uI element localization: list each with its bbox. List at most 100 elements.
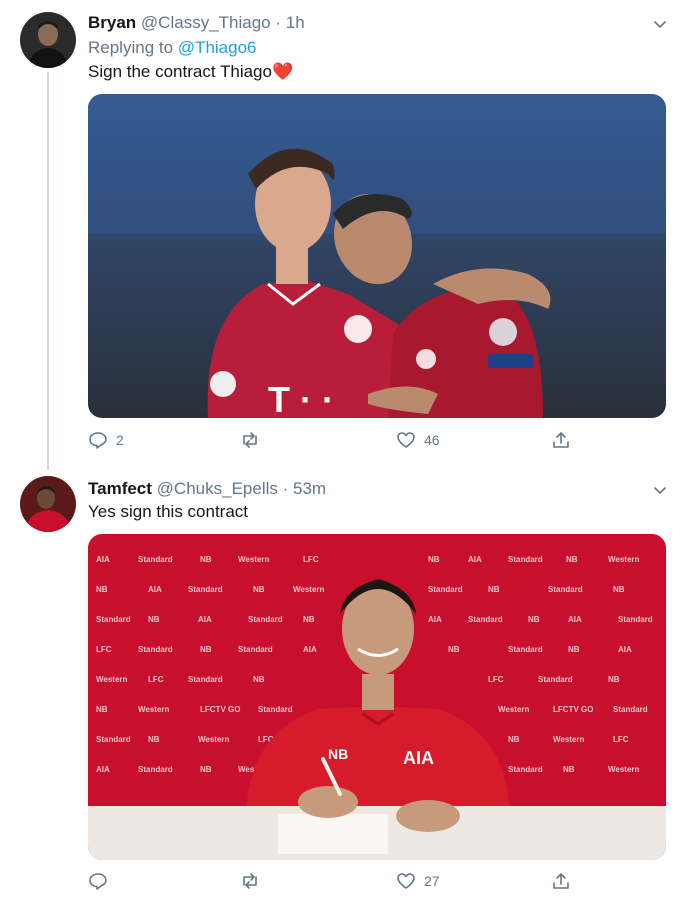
svg-text:NB: NB: [488, 585, 500, 594]
svg-text:Western: Western: [238, 555, 270, 564]
reply-icon[interactable]: [88, 871, 108, 891]
svg-text:Standard: Standard: [508, 645, 543, 654]
reply-action[interactable]: 2: [88, 430, 124, 450]
separator-dot: ·: [282, 479, 289, 498]
svg-text:Standard: Standard: [508, 765, 543, 774]
tweet-header: Tamfect @Chuks_Epells · 53m: [88, 478, 326, 500]
svg-text:NB: NB: [96, 585, 108, 594]
like-count: 27: [424, 873, 440, 889]
svg-text:LFC: LFC: [303, 555, 319, 564]
svg-text:AIA: AIA: [568, 615, 582, 624]
svg-text:Western: Western: [608, 765, 640, 774]
svg-text:T · ·: T · ·: [268, 379, 334, 418]
svg-text:NB: NB: [613, 585, 625, 594]
svg-text:AIA: AIA: [96, 555, 110, 564]
svg-text:NB: NB: [566, 555, 578, 564]
svg-text:NB: NB: [508, 735, 520, 744]
author-handle[interactable]: @Classy_Thiago: [141, 13, 271, 32]
svg-text:NB: NB: [328, 746, 348, 762]
tweet-actions: 2 46: [88, 430, 588, 454]
svg-text:NB: NB: [96, 705, 108, 714]
svg-text:AIA: AIA: [428, 615, 442, 624]
tweet-time[interactable]: 53m: [293, 479, 326, 498]
svg-text:Western: Western: [293, 585, 325, 594]
svg-text:LFCTV GO: LFCTV GO: [200, 705, 240, 714]
tweet-2[interactable]: Tamfect @Chuks_Epells · 53m Yes sign thi…: [0, 470, 690, 897]
photo-two-players-embracing: T · ·: [88, 94, 666, 418]
photo-player-signing-contract: AIA Standard NB Western LFC NB AIA Standard NB W…: [88, 534, 666, 860]
separator-dot: ·: [275, 13, 282, 32]
like-count: 46: [424, 432, 440, 448]
retweet-icon[interactable]: [240, 430, 260, 450]
svg-text:NB: NB: [200, 645, 212, 654]
share-action[interactable]: [551, 430, 571, 450]
svg-text:Standard: Standard: [138, 645, 173, 654]
tweet-text: Sign the contract Thiago❤️: [88, 62, 293, 82]
share-icon[interactable]: [551, 430, 571, 450]
author-handle[interactable]: @Chuks_Epells: [157, 479, 278, 498]
svg-text:NB: NB: [528, 615, 540, 624]
svg-text:NB: NB: [568, 645, 580, 654]
svg-text:AIA: AIA: [468, 555, 482, 564]
tweet-header: Bryan @Classy_Thiago · 1h: [88, 12, 305, 34]
retweet-icon[interactable]: [240, 871, 260, 891]
svg-text:Western: Western: [96, 675, 128, 684]
svg-text:LFC: LFC: [488, 675, 504, 684]
chevron-down-icon[interactable]: [652, 482, 668, 498]
svg-text:AIA: AIA: [198, 615, 212, 624]
author-name[interactable]: Tamfect: [88, 479, 152, 498]
thread-connector-line: [47, 72, 49, 470]
share-action[interactable]: [551, 871, 571, 891]
svg-text:NB: NB: [563, 765, 575, 774]
heart-icon[interactable]: [396, 871, 416, 891]
heart-icon[interactable]: [396, 430, 416, 450]
svg-text:Western: Western: [553, 735, 585, 744]
svg-text:NB: NB: [253, 675, 265, 684]
like-action[interactable]: 46: [396, 430, 440, 450]
chevron-down-icon[interactable]: [652, 16, 668, 32]
reply-count: 2: [116, 432, 124, 448]
svg-text:LFC: LFC: [613, 735, 629, 744]
svg-text:Western: Western: [198, 735, 230, 744]
reply-icon[interactable]: [88, 430, 108, 450]
svg-text:LFCTV GO: LFCTV GO: [553, 705, 593, 714]
svg-text:AIA: AIA: [403, 748, 434, 768]
svg-text:Standard: Standard: [508, 555, 543, 564]
svg-text:NB: NB: [253, 585, 265, 594]
tweet-1[interactable]: Bryan @Classy_Thiago · 1h Replying to @T…: [0, 0, 690, 470]
svg-text:Standard: Standard: [238, 645, 273, 654]
svg-text:LFC: LFC: [96, 645, 112, 654]
like-action[interactable]: 27: [396, 871, 440, 891]
svg-text:NB: NB: [148, 615, 160, 624]
retweet-action[interactable]: [240, 871, 268, 891]
svg-text:NB: NB: [200, 765, 212, 774]
tweet-time[interactable]: 1h: [286, 13, 305, 32]
svg-text:AIA: AIA: [96, 765, 110, 774]
svg-text:Standard: Standard: [248, 615, 283, 624]
author-name[interactable]: Bryan: [88, 13, 136, 32]
svg-text:Standard: Standard: [468, 615, 503, 624]
tweet-text: Yes sign this contract: [88, 502, 249, 521]
avatar-tamfect[interactable]: [20, 476, 76, 532]
tweet-photo[interactable]: T · ·: [88, 94, 666, 418]
svg-text:NB: NB: [148, 735, 160, 744]
svg-text:NB: NB: [428, 555, 440, 564]
avatar-bryan[interactable]: [20, 12, 76, 68]
svg-text:NB: NB: [303, 615, 315, 624]
reply-action[interactable]: [88, 871, 116, 891]
share-icon[interactable]: [551, 871, 571, 891]
svg-text:AIA: AIA: [148, 585, 162, 594]
tweet-text-body: Sign the contract Thiago: [88, 62, 272, 81]
tweet-photo[interactable]: AIA Standard NB Western LFC NB AIA Standard NB W…: [88, 534, 666, 860]
svg-text:Standard: Standard: [96, 615, 131, 624]
svg-text:Standard: Standard: [188, 675, 223, 684]
retweet-action[interactable]: [240, 430, 268, 450]
svg-text:Standard: Standard: [188, 585, 223, 594]
svg-text:Western: Western: [608, 555, 640, 564]
replying-to-prefix: Replying to: [88, 38, 174, 57]
red-heart-emoji: ❤️: [271, 62, 294, 81]
replying-to-mention[interactable]: @Thiago6: [178, 38, 257, 57]
svg-text:Standard: Standard: [138, 765, 173, 774]
svg-text:Standard: Standard: [618, 615, 653, 624]
svg-text:Standard: Standard: [538, 675, 573, 684]
